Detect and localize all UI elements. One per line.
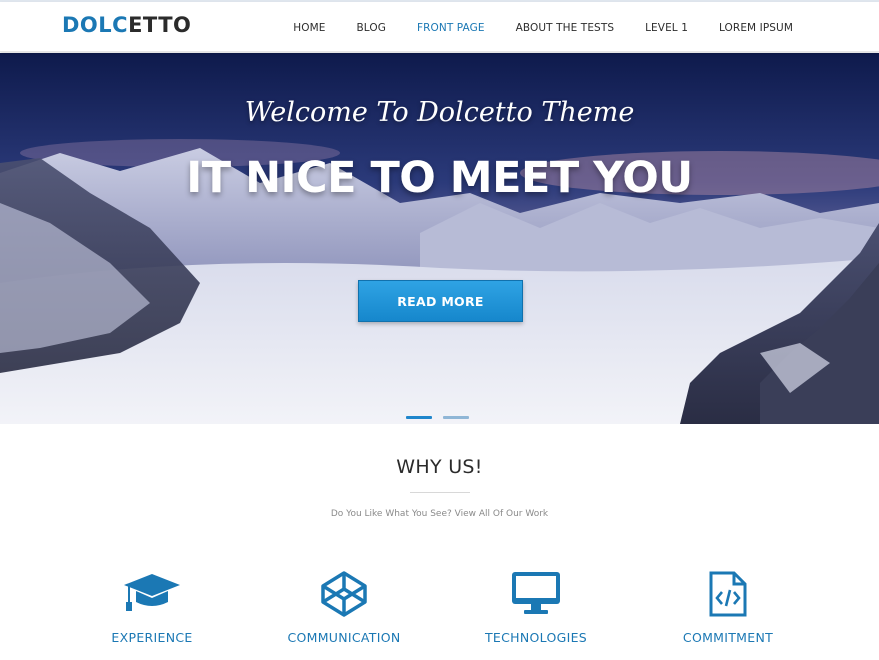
hero-slider: Welcome To Dolcetto Theme IT NICE TO MEE… (0, 53, 879, 424)
feature-label: EXPERIENCE (111, 630, 193, 645)
feature-communication[interactable]: COMMUNICATION (254, 570, 434, 645)
feature-label: COMMUNICATION (287, 630, 401, 645)
slider-dot-2[interactable] (443, 416, 469, 419)
site-logo[interactable]: DOLCETTO (62, 13, 191, 37)
nav-item-lorem-ipsum[interactable]: LOREM IPSUM (719, 22, 793, 34)
main-nav: HOME BLOG FRONT PAGE ABOUT THE TESTS LEV… (262, 22, 793, 34)
logo-part-1: DOLC (62, 13, 129, 37)
why-us-title: WHY US! (396, 456, 483, 478)
read-more-button[interactable]: READ MORE (358, 280, 523, 322)
why-us-subtitle: Do You Like What You See? View All Of Ou… (330, 509, 549, 519)
hero-subtitle: Welcome To Dolcetto Theme (244, 97, 635, 128)
hero-title: IT NICE TO MEET YOU (186, 153, 693, 203)
feature-commitment[interactable]: COMMITMENT (638, 570, 818, 645)
nav-item-front-page[interactable]: FRONT PAGE (417, 22, 485, 34)
slider-dot-1[interactable] (406, 416, 432, 419)
feature-label: TECHNOLOGIES (484, 630, 587, 645)
title-divider (410, 492, 470, 493)
nav-item-about-the-tests[interactable]: ABOUT THE TESTS (516, 22, 614, 34)
desktop-icon (446, 570, 626, 620)
logo-part-2: ETTO (128, 13, 192, 37)
nav-item-level-1[interactable]: LEVEL 1 (645, 22, 688, 34)
code-file-icon (638, 570, 818, 620)
feature-experience[interactable]: EXPERIENCE (62, 570, 242, 645)
codepen-icon (254, 570, 434, 620)
feature-label: COMMITMENT (682, 630, 774, 645)
site-header: DOLCETTO HOME BLOG FRONT PAGE ABOUT THE … (0, 2, 879, 52)
feature-technologies[interactable]: TECHNOLOGIES (446, 570, 626, 645)
graduation-cap-icon (62, 570, 242, 620)
nav-item-blog[interactable]: BLOG (357, 22, 386, 34)
nav-item-home[interactable]: HOME (293, 22, 325, 34)
